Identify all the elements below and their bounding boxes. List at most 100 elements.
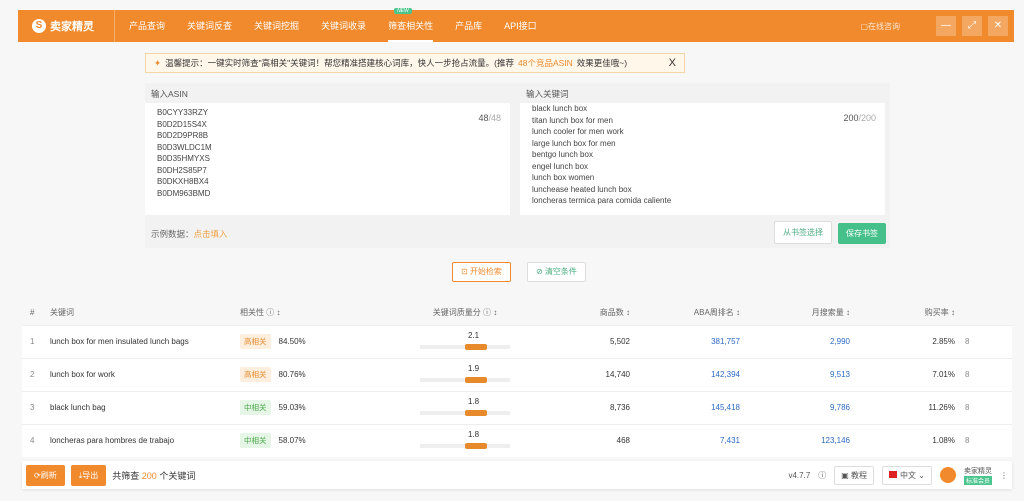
keyword-textarea[interactable]: black lunch box titan lunch box for men lu…	[520, 103, 885, 215]
help-icon[interactable]: ⓘ	[818, 470, 826, 481]
nav-item[interactable]: 产品查询	[129, 11, 165, 42]
col-quality-score[interactable]: 关键词质量分 ⓘ ↕	[390, 300, 540, 325]
col-relevance[interactable]: 相关性 ⓘ ↕	[240, 300, 390, 325]
col-products[interactable]: 商品数 ↕	[540, 300, 640, 325]
close-notice-icon[interactable]: X	[669, 57, 676, 69]
minimize-button[interactable]: —	[936, 16, 956, 36]
keyword-cell[interactable]: lunch box for work	[50, 357, 240, 391]
aba-rank-cell[interactable]: 142,394	[640, 357, 750, 391]
extra-cell: 8	[965, 324, 1012, 358]
row-index: 1	[22, 324, 50, 358]
monthly-search-cell[interactable]: 123,146	[750, 423, 860, 457]
close-window-button[interactable]: ✕	[988, 16, 1008, 36]
more-menu-icon[interactable]: ⋮	[1000, 471, 1008, 480]
products-cell: 8,736	[540, 390, 640, 424]
language-select[interactable]: 中文 ⌄	[882, 465, 932, 485]
online-consult-link[interactable]: ▢在线咨询	[860, 21, 900, 32]
select-bookmark-button[interactable]: 从书签选择	[774, 221, 832, 244]
relevance-cell: 高相关 80.76%	[240, 357, 390, 391]
asin-label: 输入ASIN	[151, 89, 188, 99]
list-line: B0DM963BMD	[157, 188, 211, 198]
example-data: 示例数据：点击填入	[151, 229, 228, 239]
top-nav-bar: S 卖家精灵 产品查询 关键词反查 关键词挖掘 关键词收录 筛查相关性 NEW 产品库 API接…	[18, 7, 1014, 42]
relevance-percent: 58.07%	[278, 436, 306, 446]
table-row[interactable]: 4 loncheras para hombres de trabajo 中相关 5…	[22, 423, 1012, 457]
maximize-button[interactable]: ⤢	[962, 16, 982, 36]
footer-bar: ⟳刷新 ⤓导出 共筛查 200 个关键词 v4.7.7 ⓘ ▣ 教程 中文 ⌄ …	[22, 461, 1012, 489]
nav-item[interactable]: API接口	[504, 11, 537, 42]
col-keyword: 关键词	[50, 300, 240, 325]
nav-item[interactable]: 产品库	[455, 11, 482, 42]
extra-cell: 8	[965, 357, 1012, 391]
purchase-rate-cell: 1.08%	[860, 423, 965, 457]
flag-icon	[889, 470, 898, 478]
relevance-percent: 80.76%	[278, 370, 306, 379]
save-bookmark-button[interactable]: 保存书签	[838, 223, 886, 244]
quality-score-cell: 2.1	[390, 324, 540, 358]
purchase-rate-cell: 11.26%	[860, 390, 965, 424]
keyword-label: 输入关键词	[526, 89, 569, 99]
relevance-percent: 84.50%	[278, 337, 306, 346]
list-line: titan lunch box for men	[532, 115, 613, 125]
clear-conditions-button[interactable]: ⊘ 清空条件	[527, 262, 586, 282]
aba-rank-cell[interactable]: 7,431	[640, 423, 750, 457]
keyword-cell[interactable]: loncheras para hombres de trabajo	[50, 423, 240, 457]
tutorial-button[interactable]: ▣ 教程	[834, 465, 875, 485]
table-row[interactable]: 3 black lunch bag 中相关 59.03% 1.8 8,736 14…	[22, 390, 1012, 424]
nav-item[interactable]: 关键词收录	[321, 11, 366, 42]
list-line: loncheras termica para comida caliente	[532, 196, 672, 205]
aba-rank-cell[interactable]: 145,418	[640, 390, 750, 424]
table-row[interactable]: 2 lunch box for work 高相关 80.76% 1.9 14,74…	[22, 357, 1012, 391]
monthly-search-cell[interactable]: 9,513	[750, 357, 860, 391]
asin-textarea[interactable]: B0CYY33RZY B0D2D15S4X B0D2D9PR8B B0D3WLDC1M…	[145, 103, 510, 215]
products-cell: 14,740	[540, 357, 640, 391]
keyword-cell[interactable]: black lunch bag	[50, 390, 240, 424]
monthly-search-cell[interactable]: 2,990	[750, 324, 860, 358]
nav-item[interactable]: 关键词反查	[187, 11, 232, 42]
notice-tail: 效果更佳哦~)	[576, 58, 628, 68]
relevance-tag: 高相关	[240, 367, 271, 382]
megaphone-icon: ✦	[154, 57, 162, 68]
relevance-cell: 高相关 84.50%	[240, 324, 390, 358]
start-search-button[interactable]: ⊡ 开始检索	[452, 262, 511, 282]
asin-count: 48/48	[478, 113, 501, 123]
list-line: engel lunch box	[532, 161, 589, 171]
col-monthly-search[interactable]: 月搜索量 ↕	[750, 300, 860, 325]
row-index: 3	[22, 390, 50, 424]
col-index: #	[22, 300, 50, 325]
app-logo[interactable]: S 卖家精灵	[18, 10, 115, 42]
table-row[interactable]: 1 lunch box for men insulated lunch bags…	[22, 324, 1012, 358]
new-badge: NEW	[394, 7, 412, 14]
keyword-table: # 关键词 相关性 ⓘ ↕ 关键词质量分 ⓘ ↕ 商品数 ↕ ABA周排名 ↕ …	[22, 300, 1012, 457]
logo-icon: S	[32, 19, 46, 33]
list-line: B0DKXH8BX4	[157, 177, 209, 186]
col-purchase-rate[interactable]: 购买率 ↕	[860, 300, 965, 325]
fill-example-link[interactable]: 点击填入	[194, 229, 228, 239]
list-line: lunch cooler for men work	[532, 127, 624, 136]
purchase-rate-cell: 2.85%	[860, 324, 965, 358]
quality-score-cell: 1.9	[390, 357, 540, 391]
main-nav: 产品查询 关键词反查 关键词挖掘 关键词收录 筛查相关性 NEW 产品库 API接口	[129, 7, 537, 42]
avatar[interactable]	[939, 467, 956, 483]
aba-rank-cell[interactable]: 381,757	[640, 324, 750, 358]
nav-item[interactable]: 关键词挖掘	[254, 11, 299, 42]
list-line: lunchease heated lunch box	[532, 184, 632, 194]
score-value: 1.8	[468, 396, 480, 406]
keyword-cell[interactable]: lunch box for men insulated lunch bags	[50, 324, 240, 358]
summary-text: 共筛查 200 个关键词	[112, 470, 196, 481]
tip-notice: ✦ 温馨提示：一键实时筛查"高相关"关键词！帮您精准搭建核心词库，快人一步抢占流…	[145, 53, 685, 73]
refresh-button[interactable]: ⟳刷新	[26, 464, 65, 486]
relevance-cell: 中相关 58.07%	[240, 423, 390, 457]
list-line: bentgo lunch box	[532, 150, 593, 159]
list-line: black lunch box	[532, 104, 588, 113]
monthly-search-cell[interactable]: 9,786	[750, 390, 860, 424]
relevance-tag: 中相关	[240, 433, 271, 449]
col-aba-rank[interactable]: ABA周排名 ↕	[640, 300, 750, 325]
score-fill	[465, 442, 487, 449]
quality-score-cell: 1.8	[390, 390, 540, 424]
products-cell: 468	[540, 423, 640, 457]
purchase-rate-cell: 7.01%	[860, 357, 965, 391]
user-info[interactable]: 卖家精灵 标准会员	[963, 466, 992, 485]
nav-item[interactable]: 筛查相关性 NEW	[388, 7, 434, 42]
export-button[interactable]: ⤓导出	[70, 464, 107, 486]
